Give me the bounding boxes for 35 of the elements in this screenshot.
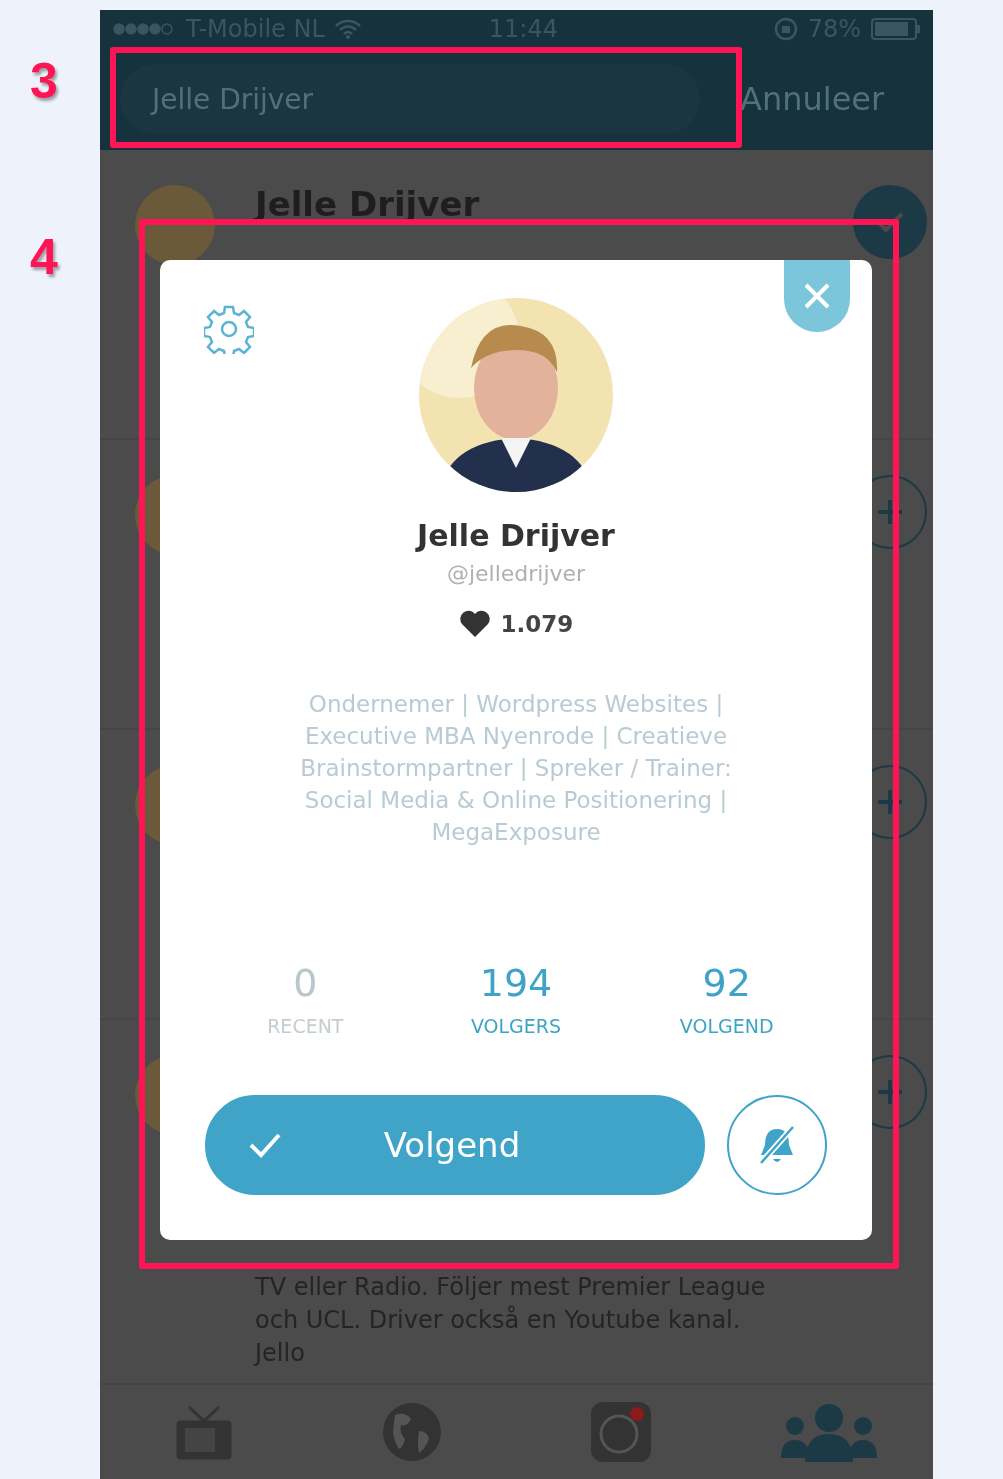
people-icon xyxy=(780,1402,877,1462)
stat-value[interactable]: 0 xyxy=(293,961,318,1005)
search-field[interactable]: Jelle Drijver xyxy=(120,64,700,134)
profile-handle: @jelledrijver xyxy=(446,561,586,586)
close-icon xyxy=(803,282,831,310)
tab-bar-item[interactable] xyxy=(590,1402,651,1462)
annotation-number: 3 xyxy=(30,52,58,110)
globe-icon xyxy=(381,1401,444,1463)
camera-icon xyxy=(590,1402,651,1462)
stat-label: VOLGEND xyxy=(679,1015,774,1037)
following-button[interactable]: Volgend xyxy=(205,1095,705,1195)
stat-label: RECENT xyxy=(267,1015,344,1037)
profile-name: Jelle Drijver xyxy=(417,518,615,553)
rotation-lock-icon xyxy=(773,17,798,41)
plus-icon xyxy=(875,1077,905,1107)
tab-bar-item[interactable] xyxy=(175,1403,234,1461)
heart-icon xyxy=(458,610,491,638)
tv-icon xyxy=(175,1403,234,1461)
stat-value[interactable]: 194 xyxy=(479,961,553,1005)
annotation-number: 4 xyxy=(30,228,58,286)
tab-bar-item[interactable] xyxy=(780,1402,877,1462)
stat-label: VOLGERS xyxy=(470,1015,562,1037)
battery-icon xyxy=(871,18,921,40)
close-button[interactable] xyxy=(784,260,850,332)
plus-icon xyxy=(875,787,905,817)
stat-value[interactable]: 92 xyxy=(702,961,751,1005)
signal-icon xyxy=(112,22,176,36)
plus-icon xyxy=(875,497,905,527)
check-icon xyxy=(248,1131,282,1159)
wifi-icon xyxy=(334,19,361,39)
profile-bio: Ondernemer | Wordpress Websites | Executive MBA Nyenrode | Creatieve Brainstormpartner | Spreker / Trainer: Social Media & Online Positionering | MegaExposure xyxy=(299,690,733,847)
tab-bar-item[interactable] xyxy=(381,1401,444,1463)
cancel-button[interactable]: Annuleer xyxy=(740,80,885,118)
likes-count: 1.079 xyxy=(500,611,574,637)
settings-icon[interactable] xyxy=(204,304,254,354)
